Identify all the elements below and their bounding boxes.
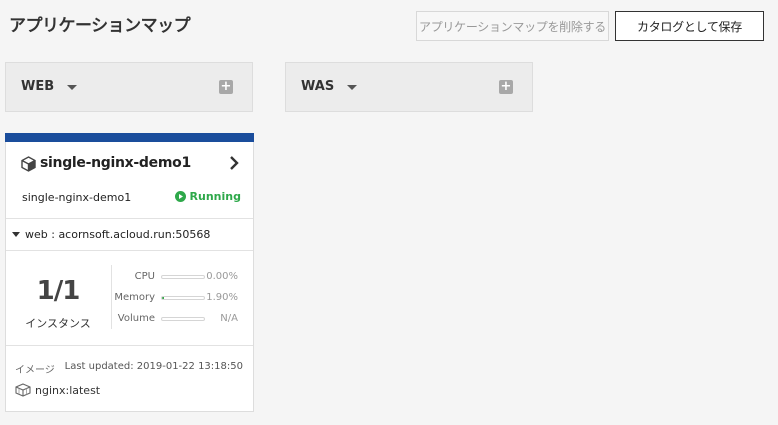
chevron-right-icon[interactable] (229, 156, 239, 170)
plus-square-icon[interactable]: + (499, 80, 513, 94)
card-accent-bar (5, 133, 254, 142)
caret-down-icon[interactable] (347, 85, 357, 90)
divider (6, 218, 253, 219)
container-icon (15, 383, 31, 397)
divider (6, 250, 253, 251)
metric-memory-bar (161, 296, 205, 300)
group-was: WAS + (285, 62, 533, 112)
metric-volume-label: Volume (117, 313, 155, 324)
app-card: single-nginx-demo1 single-nginx-demo1 Ru… (5, 133, 254, 412)
metric-volume-bar (161, 317, 205, 321)
metric-memory-value: 1.90% (206, 292, 238, 303)
delete-app-map-button[interactable]: アプリケーションマップを削除する (416, 11, 609, 41)
group-web-label: WEB (21, 79, 55, 94)
metric-memory-label: Memory (114, 292, 155, 303)
metric-cpu-bar (161, 275, 205, 279)
metric-cpu-value: 0.00% (206, 271, 238, 282)
play-circle-icon (174, 191, 186, 202)
instance-count: 1/1 (36, 276, 81, 306)
metric-memory-fill (162, 297, 165, 299)
last-updated: Last updated: 2019-01-22 13:18:50 (64, 361, 243, 372)
caret-down-icon (12, 232, 20, 237)
image-label: イメージ (15, 365, 55, 376)
group-was-label: WAS (301, 79, 335, 94)
instance-label: インスタンス (25, 317, 91, 330)
divider (6, 345, 253, 346)
metric-cpu-label: CPU (134, 271, 155, 282)
metric-volume-value: N/A (220, 313, 238, 324)
cube-icon (21, 156, 36, 172)
caret-down-icon[interactable] (67, 85, 77, 90)
page-title: アプリケーションマップ (9, 16, 191, 36)
app-name[interactable]: single-nginx-demo1 (40, 155, 191, 171)
group-web: WEB + (5, 62, 253, 112)
plus-square-icon[interactable]: + (219, 80, 233, 94)
save-as-catalog-button[interactable]: カタログとして保存 (615, 11, 764, 41)
app-sub-name: single-nginx-demo1 (22, 191, 132, 204)
status-text: Running (189, 190, 241, 203)
image-name: nginx:latest (35, 383, 101, 397)
image-row: nginx:latest (15, 383, 100, 397)
endpoint-toggle[interactable]: web : acornsoft.acloud.run:50568 (12, 228, 210, 241)
status-badge: Running (174, 190, 241, 203)
endpoint-text: web : acornsoft.acloud.run:50568 (25, 228, 211, 241)
